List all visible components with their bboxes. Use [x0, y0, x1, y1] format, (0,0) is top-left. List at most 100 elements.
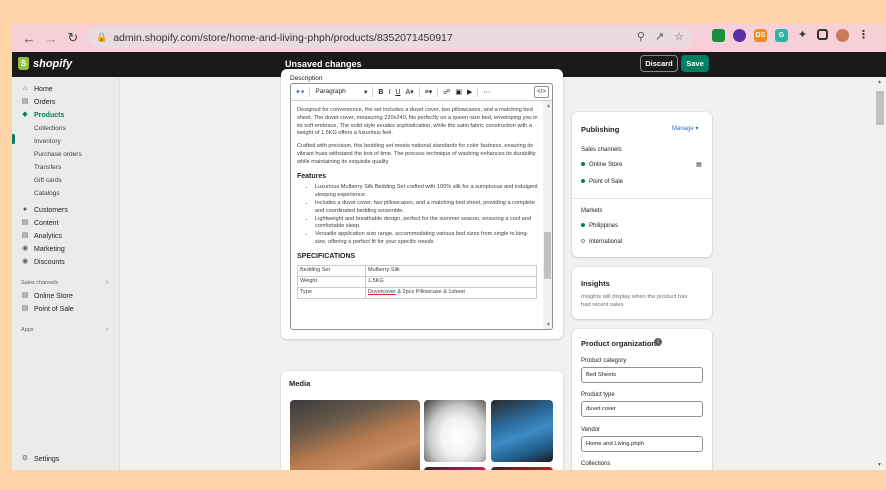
insights-title: Insights — [581, 279, 610, 288]
code-view-icon[interactable]: </> — [534, 86, 549, 98]
extension-green-icon[interactable] — [712, 29, 725, 42]
video-icon[interactable]: ▶ — [467, 88, 472, 96]
person-icon: ● — [22, 206, 28, 213]
sidebar-item-gift-cards[interactable]: Gift cards — [34, 177, 62, 184]
status-dot-icon — [581, 179, 585, 184]
manage-link[interactable]: Manage ▾ — [672, 125, 698, 132]
sidebar-item-home[interactable]: ⌂ Home — [21, 85, 53, 93]
store-icon: ▤ — [21, 292, 29, 299]
sidebar-item-inventory[interactable]: Inventory — [34, 138, 61, 145]
pos-icon: ▤ — [21, 305, 29, 312]
scroll-up-icon[interactable]: ▲ — [546, 103, 551, 109]
sidebar: ⌂ Home ▤ Orders ◆ Products Collections Inve… — [12, 77, 120, 470]
extension-g-icon[interactable]: G — [775, 29, 788, 42]
status-dot-icon — [581, 223, 585, 228]
underline-icon[interactable]: U — [395, 89, 400, 96]
address-bar[interactable]: 🔒 admin.shopify.com/store/home-and-livin… — [88, 27, 692, 48]
back-icon[interactable]: ← — [18, 27, 40, 49]
channel-point-of-sale: Point of Sale — [581, 179, 623, 185]
analytics-icon: ▤ — [21, 232, 29, 239]
content-icon: ▤ — [21, 219, 29, 226]
status-dot-icon — [581, 162, 585, 167]
insights-card: Insights Insights will display when the … — [572, 267, 712, 319]
shopify-logo[interactable]: S shopify — [18, 57, 72, 70]
chevron-right-icon[interactable]: › — [106, 279, 108, 286]
product-category-input[interactable]: Bed Sheets — [581, 367, 703, 383]
apps-label: Apps — [21, 327, 34, 333]
sidebar-item-point-of-sale[interactable]: ▤ Point of Sale — [21, 305, 74, 313]
sidebar-item-online-store[interactable]: ▤ Online Store — [21, 292, 73, 300]
text-color-icon[interactable]: A▾ — [405, 88, 413, 96]
sidebar-item-analytics[interactable]: ▤ Analytics — [21, 232, 62, 240]
link-icon[interactable]: ☍ — [443, 88, 450, 96]
market-philippines: Philippines — [581, 223, 618, 229]
product-image-pink[interactable] — [424, 467, 486, 470]
rich-text-editor[interactable]: ✦▾ Paragraph ▾ B I U A▾ ≡▾ ☍ ▣ ▶ ⋯ </> De… — [290, 83, 553, 330]
puzzle-icon[interactable]: ✦ — [796, 29, 809, 42]
calendar-icon[interactable]: ▦ — [696, 161, 702, 168]
sidebar-item-transfers[interactable]: Transfers — [34, 164, 61, 171]
discount-icon: ◉ — [21, 258, 29, 265]
star-icon[interactable]: ☆ — [674, 30, 684, 43]
sidebar-item-purchase-orders[interactable]: Purchase orders — [34, 151, 82, 158]
more-icon[interactable]: ⋯ — [483, 88, 490, 96]
page-scroll-up-icon[interactable]: ▲ — [877, 79, 882, 85]
image-icon[interactable]: ▣ — [455, 88, 462, 96]
save-button[interactable]: Save — [681, 55, 709, 72]
specifications-heading: SPECIFICATIONS — [297, 252, 356, 260]
product-image-main[interactable] — [290, 400, 420, 470]
discard-button[interactable]: Discard — [640, 55, 678, 72]
feature-item: Luxurious Mulberry Silk Bedding Set craf… — [315, 184, 538, 200]
insights-text: Insights will display when the product h… — [581, 294, 688, 308]
zoom-icon[interactable]: ⚲ — [637, 30, 645, 43]
table-row: Bedding Set Mulberry Silk — [297, 264, 537, 277]
forward-icon[interactable]: → — [40, 27, 62, 49]
product-image-blue[interactable] — [491, 400, 553, 462]
editor-scroll-thumb[interactable] — [544, 232, 551, 279]
gear-icon: ⚙ — [21, 455, 29, 462]
sidebar-item-products[interactable]: ◆ Products — [21, 111, 64, 119]
sidebar-item-discounts[interactable]: ◉ Discounts — [21, 258, 65, 266]
editor-content[interactable]: Designed for convenience, the set includ… — [291, 101, 552, 299]
apps-chevron-icon[interactable]: › — [106, 326, 108, 333]
product-image-white[interactable] — [424, 400, 486, 462]
marketing-icon: ◉ — [21, 245, 29, 252]
sidepanel-icon[interactable] — [817, 29, 828, 40]
sales-channels-heading: Sales channels — [581, 147, 622, 153]
product-image-red[interactable] — [491, 467, 553, 470]
share-icon[interactable]: ↗ — [655, 30, 664, 43]
reload-icon[interactable]: ↻ — [62, 27, 84, 49]
scroll-down-icon[interactable]: ▼ — [546, 322, 551, 328]
sidebar-item-customers[interactable]: ● Customers — [21, 206, 68, 214]
page-scroll-thumb[interactable] — [876, 91, 884, 125]
unsaved-changes-label: Unsaved changes — [285, 59, 362, 69]
extension-ds-icon[interactable]: DS — [754, 29, 767, 42]
page-scrollbar[interactable]: ▲ ▼ — [874, 77, 886, 470]
paragraph-select[interactable]: Paragraph ▾ — [315, 88, 367, 96]
lock-icon: 🔒 — [96, 32, 108, 42]
vendor-input[interactable]: Home and Living.phph — [581, 436, 703, 452]
italic-icon[interactable]: I — [388, 89, 390, 96]
profile-avatar[interactable] — [836, 29, 849, 42]
publishing-card: Publishing Manage ▾ Sales channels Onlin… — [572, 112, 712, 257]
bold-icon[interactable]: B — [378, 89, 383, 96]
sidebar-item-content[interactable]: ▤ Content — [21, 219, 59, 227]
feature-item: Includes a duvet cover, two pillowcases,… — [315, 200, 538, 216]
sidebar-item-collections[interactable]: Collections — [34, 125, 66, 132]
main-content: Description ✦▾ Paragraph ▾ B I U A▾ ≡▾ ☍ … — [120, 69, 874, 470]
magic-icon[interactable]: ✦▾ — [295, 88, 304, 96]
sidebar-item-settings[interactable]: ⚙ Settings — [21, 455, 59, 463]
menu-icon[interactable]: ⋮ — [857, 29, 870, 42]
page-scroll-down-icon[interactable]: ▼ — [877, 462, 882, 468]
editor-scrollbar[interactable]: ▲ ▼ — [543, 101, 552, 329]
product-type-input[interactable]: duvet cover — [581, 401, 703, 417]
extension-download-icon[interactable] — [733, 29, 746, 42]
sidebar-item-catalogs[interactable]: Catalogs — [34, 190, 60, 197]
align-icon[interactable]: ≡▾ — [425, 88, 433, 96]
sidebar-item-orders[interactable]: ▤ Orders — [21, 98, 56, 106]
sidebar-item-marketing[interactable]: ◉ Marketing — [21, 245, 65, 253]
home-icon: ⌂ — [22, 85, 28, 92]
features-heading: Features — [297, 172, 327, 180]
extensions-bar: DS G ✦ ⋮ — [712, 29, 870, 42]
info-icon[interactable]: i — [654, 338, 662, 346]
